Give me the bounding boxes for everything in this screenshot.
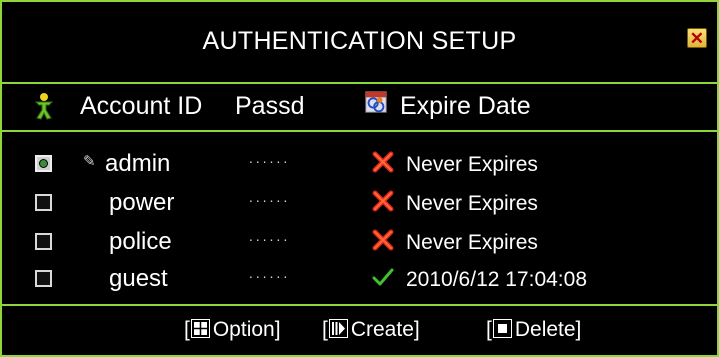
column-password: Passd xyxy=(235,92,305,120)
delete-icon xyxy=(492,318,512,338)
option-button[interactable]: [ Option] xyxy=(184,318,281,342)
table-row[interactable]: guest ∙∙∙∙∙∙ 2010/6/12 17:04:08 xyxy=(2,263,717,300)
account-id-cell: guest xyxy=(109,265,168,292)
row-checkbox[interactable] xyxy=(35,194,52,211)
x-icon xyxy=(372,151,394,173)
password-cell: ∙∙∙∙∙∙ xyxy=(249,268,291,284)
create-button[interactable]: [ Create] xyxy=(322,318,420,342)
calendar-icon xyxy=(365,91,387,113)
key-icon: ✎ xyxy=(83,153,96,170)
delete-button[interactable]: [ Delete] xyxy=(486,318,581,342)
option-label: Option] xyxy=(212,318,281,341)
expire-cell: 2010/6/12 17:04:08 xyxy=(406,268,588,291)
password-cell: ∙∙∙∙∙∙ xyxy=(249,153,291,169)
table-row[interactable]: police ∙∙∙∙∙∙ Never Expires xyxy=(2,226,717,263)
create-icon xyxy=(328,318,348,338)
create-open-bracket: [ xyxy=(322,318,328,341)
option-icon xyxy=(190,318,210,338)
password-cell: ∙∙∙∙∙∙ xyxy=(249,192,291,208)
table-row[interactable]: ✎ admin ∙∙∙∙∙∙ Never Expires xyxy=(2,148,717,185)
row-checkbox[interactable] xyxy=(35,233,52,250)
account-id-cell: power xyxy=(109,189,175,216)
account-id-cell: admin xyxy=(105,150,171,177)
close-icon[interactable]: ✕ xyxy=(687,28,707,48)
column-account-id: Account ID xyxy=(80,92,203,120)
expire-cell: Never Expires xyxy=(406,153,538,176)
row-checkbox[interactable] xyxy=(35,270,52,287)
password-cell: ∙∙∙∙∙∙ xyxy=(249,231,291,247)
table-row[interactable]: power ∙∙∙∙∙∙ Never Expires xyxy=(2,187,717,224)
account-list: ✎ admin ∙∙∙∙∙∙ Never Expires power ∙∙∙∙∙… xyxy=(2,132,717,304)
dialog-title: AUTHENTICATION SETUP xyxy=(202,26,517,55)
delete-label: Delete] xyxy=(514,318,582,341)
column-header-row: Account ID Passd Expire Date xyxy=(2,84,717,130)
create-label: Create] xyxy=(350,318,420,341)
row-checkbox[interactable] xyxy=(35,155,52,172)
expire-cell: Never Expires xyxy=(406,231,538,254)
authentication-setup-dialog: AUTHENTICATION SETUP ✕ Account ID Passd … xyxy=(0,0,719,357)
option-open-bracket: [ xyxy=(184,318,190,341)
column-expire-date: Expire Date xyxy=(400,92,531,120)
title-bar: AUTHENTICATION SETUP ✕ xyxy=(2,2,717,84)
account-id-cell: police xyxy=(109,228,172,255)
person-icon xyxy=(34,93,54,120)
footer-bar: [ Option] [ Create] [ Delete] xyxy=(2,306,717,355)
x-icon xyxy=(372,229,394,251)
x-icon xyxy=(372,190,394,212)
check-icon xyxy=(372,268,394,286)
delete-open-bracket: [ xyxy=(486,318,492,341)
expire-cell: Never Expires xyxy=(406,192,538,215)
